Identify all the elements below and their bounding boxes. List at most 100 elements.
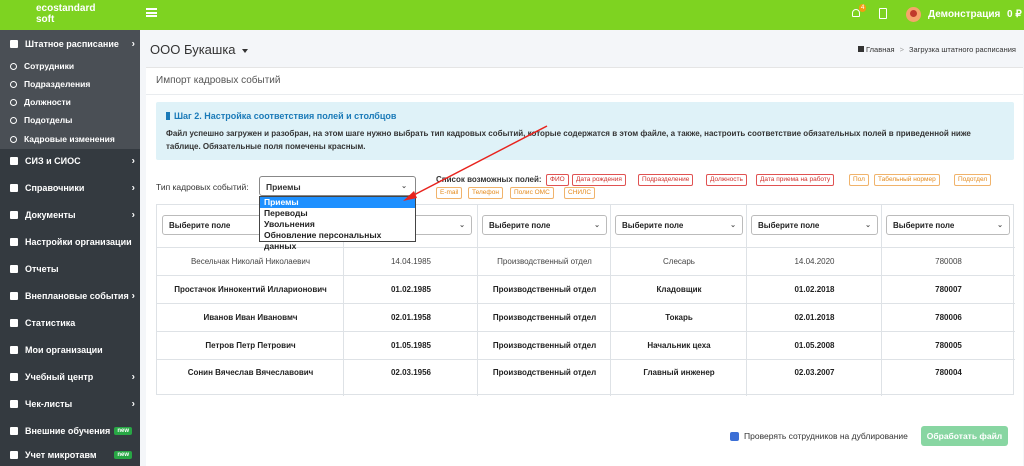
process-file-button[interactable]: Обработать файл bbox=[921, 426, 1008, 446]
field-tag-email[interactable]: E-mail bbox=[436, 187, 463, 199]
cell-personnel-number: 780004 bbox=[935, 368, 962, 377]
sidebar-subitem-hr-changes[interactable]: Кадровые изменения bbox=[0, 129, 140, 149]
sidebar-item-statistics[interactable]: Статистика bbox=[0, 309, 140, 336]
sidebar-item-label: Справочники bbox=[25, 182, 85, 193]
field-tag-oms[interactable]: Полис ОМС bbox=[510, 187, 554, 199]
field-tag-phone[interactable]: Телефон bbox=[468, 187, 503, 199]
sidebar-subitem-label: Должности bbox=[24, 97, 71, 107]
cell-name: Сонин Вячеслав Вячеславович bbox=[187, 368, 314, 377]
field-tag-hire-date[interactable]: Дата приема на работу bbox=[756, 174, 835, 186]
top-bar: ecostandard soft 4 Демонстрация 0 ₽ bbox=[0, 0, 1024, 30]
cell-hire-date: 02.03.2007 bbox=[794, 368, 835, 377]
column-field-select-5[interactable]: Выберите поле ⌄ bbox=[886, 215, 1010, 235]
sidebar-item-training-center[interactable]: Учебный центр › bbox=[0, 363, 140, 390]
option-update-personal-data[interactable]: Обновление персональных данных bbox=[260, 230, 415, 251]
option-dismissals[interactable]: Увольнения bbox=[260, 219, 415, 230]
chevron-down-icon: ⌄ bbox=[459, 222, 465, 229]
field-tag-personnel-number[interactable]: Табельный нормер bbox=[874, 174, 940, 186]
sidebar: Штатное расписание › Сотрудники Подраздел… bbox=[0, 30, 140, 466]
divider bbox=[146, 94, 1023, 95]
column-field-select-3[interactable]: Выберите поле ⌄ bbox=[615, 215, 743, 235]
field-tag-birthdate[interactable]: Дата рождения bbox=[572, 174, 626, 186]
logo-line1: ecostandard bbox=[36, 3, 96, 14]
chevron-down-icon: ⌄ bbox=[865, 222, 871, 229]
bell-icon[interactable]: 4 bbox=[851, 4, 867, 19]
cell-birthdate: 14.04.1985 bbox=[390, 257, 432, 266]
field-tag-subdepartment[interactable]: Подотдел bbox=[954, 174, 992, 186]
medkit-icon bbox=[10, 451, 18, 459]
sidebar-item-references[interactable]: Справочники › bbox=[0, 174, 140, 201]
sidebar-item-microtrauma[interactable]: Учет микротавм new bbox=[0, 444, 140, 466]
column-field-select-2[interactable]: Выберите поле ⌄ bbox=[482, 215, 607, 235]
org-selector[interactable]: ООО Букашка bbox=[150, 42, 248, 57]
chevron-down-icon: ⌄ bbox=[730, 222, 736, 229]
book-icon bbox=[10, 183, 18, 192]
cell-name: Весельчак Николай Николаевич bbox=[190, 257, 311, 266]
field-tag-snils[interactable]: СНИЛС bbox=[564, 187, 596, 199]
sidebar-item-documents[interactable]: Документы › bbox=[0, 201, 140, 228]
chevron-down-icon: ⌄ bbox=[997, 222, 1003, 229]
column-field-select-4[interactable]: Выберите поле ⌄ bbox=[751, 215, 878, 235]
field-tag-fio[interactable]: ФИО bbox=[546, 174, 569, 186]
dup-check-checkbox[interactable]: Проверять сотрудников на дублирование bbox=[730, 431, 908, 441]
new-badge: new bbox=[114, 426, 132, 435]
cell-name: Иванов Иван Ивановмч bbox=[203, 313, 298, 322]
card-title: Импорт кадровых событий bbox=[156, 75, 281, 86]
field-tag-position[interactable]: Должность bbox=[706, 174, 747, 186]
circle-icon bbox=[10, 80, 17, 88]
select-placeholder: Выберите поле bbox=[758, 221, 820, 230]
event-type-select[interactable]: Приемы ⌄ bbox=[259, 176, 416, 196]
cell-personnel-number: 780007 bbox=[935, 285, 962, 294]
sidebar-item-my-orgs[interactable]: Мои организации bbox=[0, 336, 140, 363]
cell-birthdate: 01.02.1985 bbox=[390, 285, 432, 294]
breadcrumb-home[interactable]: Главная bbox=[866, 45, 895, 54]
sidebar-subitem-departments[interactable]: Подразделения bbox=[0, 75, 140, 93]
sidebar-subitem-subdepartments[interactable]: Подотделы bbox=[0, 111, 140, 129]
checklist-icon bbox=[10, 399, 18, 408]
sidebar-item-external-training[interactable]: Внешние обучения new bbox=[0, 417, 140, 444]
sidebar-item-staffing[interactable]: Штатное расписание › bbox=[0, 30, 140, 57]
cell-hire-date: 01.02.2018 bbox=[794, 285, 835, 294]
notification-badge: 4 bbox=[859, 4, 867, 12]
info-icon bbox=[166, 112, 170, 120]
field-tag-gender[interactable]: Пол bbox=[849, 174, 869, 186]
sidebar-item-label: Внеплановые события bbox=[25, 290, 129, 301]
cell-department: Производственный отдел bbox=[492, 313, 597, 322]
chevron-right-icon: › bbox=[131, 209, 135, 220]
cell-position: Начальник цеха bbox=[647, 341, 711, 350]
page-title: ООО Букашка bbox=[150, 42, 236, 57]
pie-icon bbox=[10, 318, 18, 327]
user-name[interactable]: Демонстрация bbox=[928, 9, 1000, 20]
select-placeholder: Выберите поле bbox=[489, 221, 551, 230]
menu-toggle-icon[interactable] bbox=[146, 8, 157, 17]
cell-name: Петров Петр Петрович bbox=[205, 341, 296, 350]
sidebar-item-org-settings[interactable]: Настройки организации bbox=[0, 228, 140, 255]
sidebar-item-label: Учебный центр bbox=[25, 371, 94, 382]
home-icon bbox=[858, 46, 865, 52]
sidebar-subitem-positions[interactable]: Должности bbox=[0, 93, 140, 111]
field-tag-department[interactable]: Подразделение bbox=[638, 174, 694, 186]
option-transfers[interactable]: Переводы bbox=[260, 208, 415, 219]
sidebar-item-label: Отчеты bbox=[25, 263, 59, 274]
new-badge: new bbox=[114, 451, 132, 459]
circle-icon bbox=[10, 98, 17, 106]
sidebar-item-label: Чек-листы bbox=[25, 398, 73, 409]
sidebar-subitem-employees[interactable]: Сотрудники bbox=[0, 57, 140, 75]
logo[interactable]: ecostandard soft bbox=[36, 3, 95, 25]
chevron-right-icon: › bbox=[131, 38, 135, 49]
document-icon[interactable] bbox=[879, 8, 887, 19]
sidebar-item-ppe[interactable]: СИЗ и СИОС › bbox=[0, 147, 140, 174]
cell-hire-date: 02.01.2018 bbox=[794, 313, 835, 322]
cell-department: Производственный отдел bbox=[492, 341, 597, 350]
sidebar-item-unplanned-events[interactable]: Внеплановые события › bbox=[0, 282, 140, 309]
circle-icon bbox=[10, 116, 17, 124]
cell-personnel-number: 780006 bbox=[935, 313, 962, 322]
sidebar-subitem-label: Сотрудники bbox=[24, 61, 75, 71]
option-hires[interactable]: Приемы bbox=[260, 197, 415, 208]
sidebar-item-reports[interactable]: Отчеты bbox=[0, 255, 140, 282]
sidebar-item-label: СИЗ и СИОС bbox=[25, 155, 81, 166]
chevron-right-icon: › bbox=[131, 182, 135, 193]
gear-icon bbox=[10, 237, 18, 246]
avatar[interactable] bbox=[906, 7, 921, 22]
sidebar-item-checklists[interactable]: Чек-листы › bbox=[0, 390, 140, 417]
